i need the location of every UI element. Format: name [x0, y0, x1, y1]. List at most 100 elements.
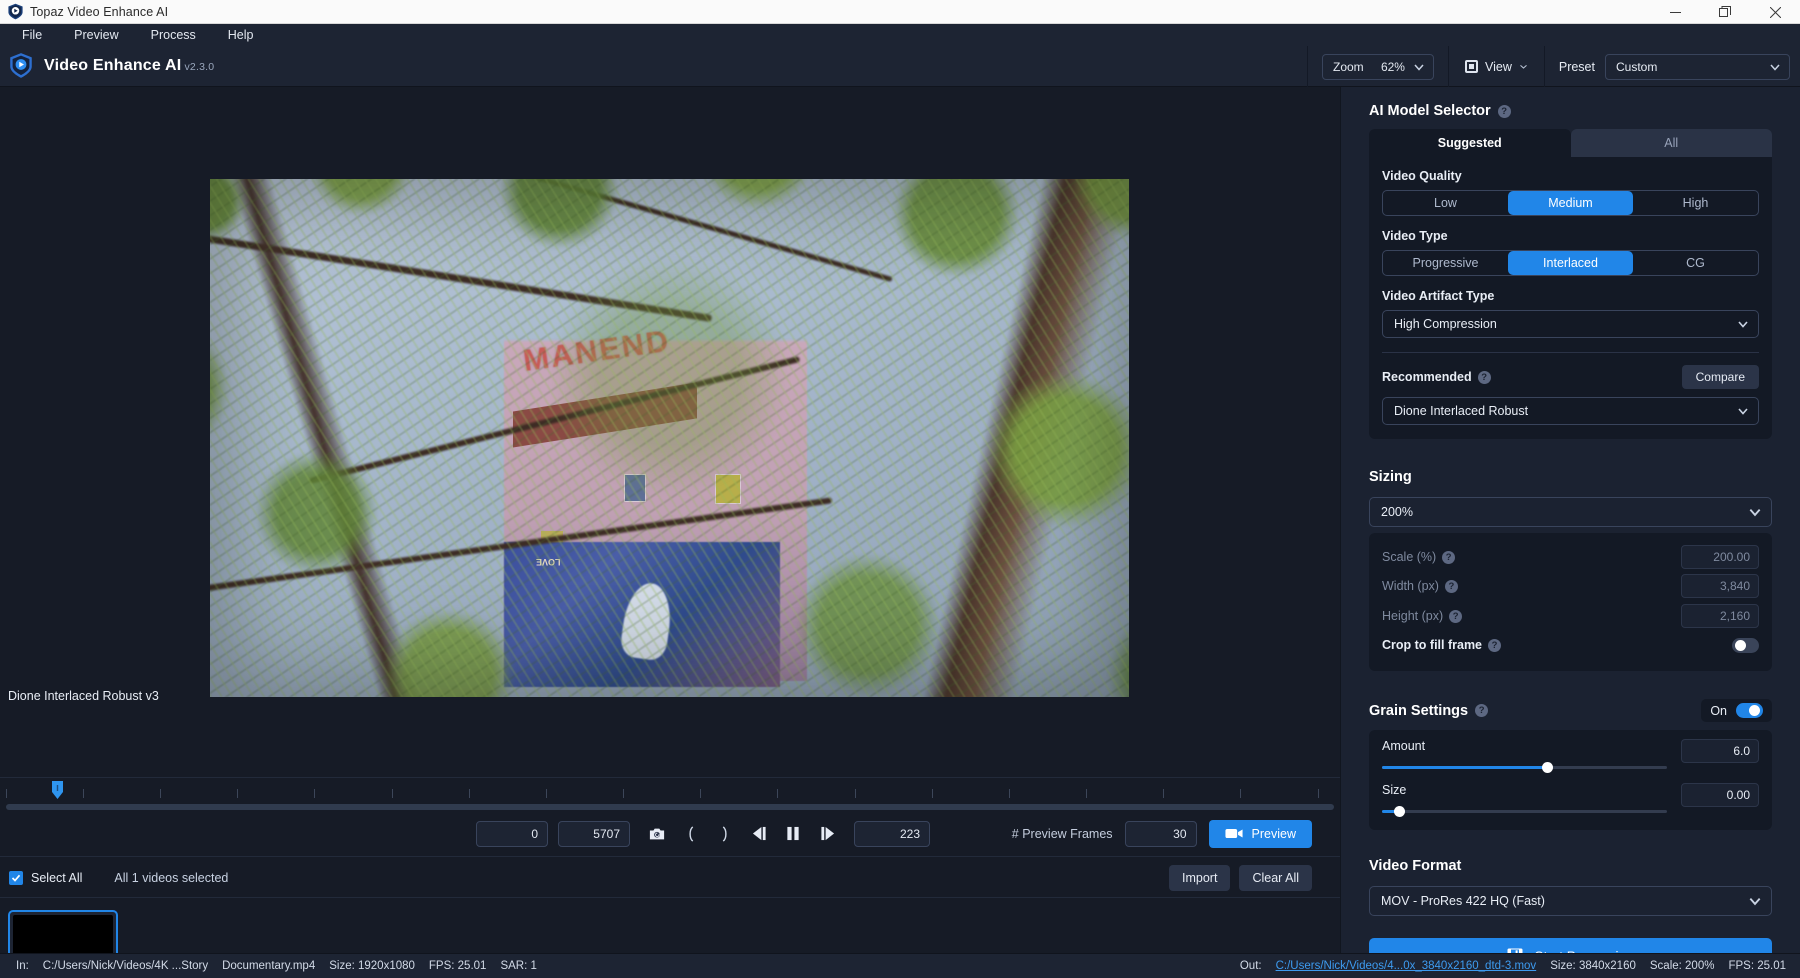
zoom-group: Zoom 62%: [1308, 53, 1448, 80]
snapshot-icon[interactable]: [644, 821, 670, 847]
video-quality-low[interactable]: Low: [1383, 191, 1508, 215]
menu-process[interactable]: Process: [135, 24, 212, 46]
set-in-point-icon[interactable]: [678, 821, 704, 847]
view-label: View: [1484, 59, 1512, 74]
grain-toggle-group[interactable]: On: [1701, 699, 1772, 722]
help-icon[interactable]: ?: [1488, 638, 1502, 652]
help-icon[interactable]: ?: [1444, 579, 1458, 593]
compare-button[interactable]: Compare: [1681, 365, 1759, 389]
amount-slider[interactable]: [1382, 760, 1667, 774]
brand: Video Enhance AI v2.3.0: [0, 52, 214, 80]
status-out-path-link[interactable]: C:/Users/Nick/Videos/4...0x_3840x2160_dt…: [1276, 960, 1537, 972]
timeline[interactable]: [0, 777, 1340, 811]
status-in-key: In:: [16, 960, 29, 972]
amount-value-field[interactable]: 6.0: [1681, 739, 1759, 763]
view-dropdown[interactable]: View: [1449, 60, 1544, 74]
height-value-field[interactable]: 2,160: [1681, 604, 1759, 628]
video-quality-high[interactable]: High: [1633, 191, 1758, 215]
grain-card: Amount 6.0 Size 0.00: [1369, 730, 1772, 830]
amount-row: Amount 6.0: [1382, 739, 1759, 774]
help-icon[interactable]: ?: [1497, 104, 1511, 118]
help-icon[interactable]: ?: [1477, 370, 1491, 384]
sizing-title: Sizing: [1369, 469, 1412, 485]
minimize-button[interactable]: [1650, 0, 1700, 24]
left-pane: MANEND LOVE Dione: [0, 87, 1340, 978]
step-back-icon[interactable]: [746, 821, 772, 847]
video-preview[interactable]: MANEND LOVE: [210, 179, 1129, 697]
camcorder-icon: [1224, 829, 1243, 838]
scale-value-field[interactable]: 200.00: [1681, 545, 1759, 569]
video-format-value: MOV - ProRes 422 HQ (Fast): [1381, 894, 1545, 908]
video-type-cg[interactable]: CG: [1633, 251, 1758, 275]
current-frame-field[interactable]: 223: [854, 820, 930, 847]
grain-toggle[interactable]: [1736, 703, 1763, 718]
amount-control: Amount: [1382, 739, 1681, 774]
video-quality-medium[interactable]: Medium: [1508, 191, 1633, 215]
width-row: Width (px) ? 3,840: [1382, 571, 1759, 601]
video-type-progressive[interactable]: Progressive: [1383, 251, 1508, 275]
video-type-label: Video Type: [1382, 229, 1448, 243]
start-frame-field[interactable]: 0: [476, 820, 548, 847]
status-in-size: Size: 1920x1080: [329, 960, 415, 972]
height-label: Height (px): [1382, 609, 1444, 623]
video-format-dropdown[interactable]: MOV - ProRes 422 HQ (Fast): [1369, 886, 1772, 916]
recommended-model-dropdown[interactable]: Dione Interlaced Robust: [1382, 397, 1759, 425]
size-label: Size: [1382, 783, 1407, 797]
chevron-down-small-icon: [1520, 64, 1527, 69]
end-frame-field[interactable]: 5707: [558, 820, 630, 847]
timeline-track[interactable]: [6, 804, 1334, 810]
help-icon[interactable]: ?: [1449, 609, 1463, 623]
sizing-preset-dropdown[interactable]: 200%: [1369, 497, 1772, 527]
crop-to-fill-toggle[interactable]: [1732, 637, 1759, 653]
help-icon[interactable]: ?: [1442, 550, 1456, 564]
menu-preview[interactable]: Preview: [58, 24, 134, 46]
video-type-interlaced[interactable]: Interlaced: [1508, 251, 1633, 275]
title-bar: Topaz Video Enhance AI: [0, 0, 1800, 24]
preview-frames-label: # Preview Frames: [1011, 826, 1113, 841]
preview-button-label: Preview: [1251, 826, 1296, 841]
pause-icon[interactable]: [780, 821, 806, 847]
transport-bar: 0 5707 223 # Preview Frames 30 Preview: [0, 811, 1340, 857]
status-in-path: C:/Users/Nick/Videos/4K ...Story: [42, 960, 209, 972]
timeline-playhead[interactable]: [51, 780, 64, 800]
video-artifact-type-label: Video Artifact Type: [1382, 289, 1495, 303]
active-model-badge: Dione Interlaced Robust v3: [8, 689, 159, 703]
size-value-field[interactable]: 0.00: [1681, 783, 1759, 807]
width-label-group: Width (px) ?: [1382, 579, 1458, 593]
size-slider[interactable]: [1382, 804, 1667, 818]
help-icon[interactable]: ?: [1475, 704, 1489, 717]
set-out-point-icon[interactable]: [712, 821, 738, 847]
step-forward-icon[interactable]: [814, 821, 840, 847]
menu-file[interactable]: File: [6, 24, 58, 46]
status-input-info: In: C:/Users/Nick/Videos/4K ...Story Doc…: [0, 960, 537, 972]
window-title: Topaz Video Enhance AI: [30, 4, 169, 19]
recommended-label-group: Recommended ?: [1382, 370, 1491, 384]
width-value-field[interactable]: 3,840: [1681, 574, 1759, 598]
status-bar: In: C:/Users/Nick/Videos/4K ...Story Doc…: [0, 953, 1800, 978]
video-artifact-type-dropdown[interactable]: High Compression: [1382, 310, 1759, 338]
close-button[interactable]: [1750, 0, 1800, 24]
preview-frames-field[interactable]: 30: [1124, 820, 1197, 847]
preset-dropdown[interactable]: Custom: [1605, 53, 1790, 80]
menu-bar: File Preview Process Help: [0, 24, 1800, 46]
selected-count-label: All 1 videos selected: [114, 870, 229, 885]
chevron-down-icon: [1738, 408, 1748, 415]
clear-all-button[interactable]: Clear All: [1239, 864, 1312, 891]
sizing-card: Scale (%) ? 200.00 Width (px) ? 3,840 He…: [1369, 533, 1772, 671]
preview-button[interactable]: Preview: [1208, 819, 1312, 848]
select-all-checkbox[interactable]: [9, 870, 23, 885]
select-all-control[interactable]: Select All: [0, 870, 82, 885]
chevron-down-icon: [1749, 509, 1761, 517]
tab-all[interactable]: All: [1570, 129, 1772, 157]
tab-suggested[interactable]: Suggested: [1369, 129, 1571, 157]
status-out-key: Out:: [1239, 960, 1262, 972]
crop-to-fill-label: Crop to fill frame: [1382, 638, 1483, 652]
zoom-value: 62%: [1380, 59, 1405, 74]
status-output-info: Out: C:/Users/Nick/Videos/4...0x_3840x21…: [1240, 960, 1786, 972]
zoom-dropdown[interactable]: Zoom 62%: [1321, 53, 1434, 80]
maximize-button[interactable]: [1700, 0, 1750, 24]
import-button[interactable]: Import: [1169, 864, 1231, 891]
zoom-label: Zoom: [1332, 59, 1364, 74]
menu-help[interactable]: Help: [212, 24, 270, 46]
timeline-ruler: [0, 783, 1340, 803]
